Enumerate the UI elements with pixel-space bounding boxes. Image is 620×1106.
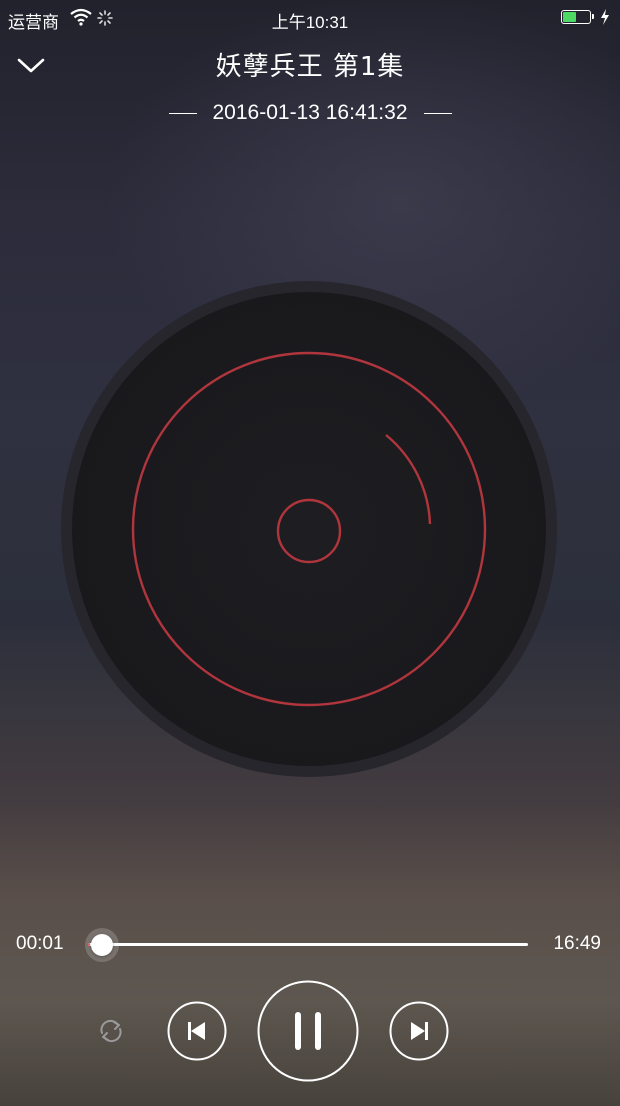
- total-time: 16:49: [553, 933, 601, 954]
- charging-bolt-icon: [600, 9, 610, 28]
- status-time: 上午10:31: [271, 13, 349, 32]
- next-button[interactable]: [389, 1001, 449, 1061]
- recorded-datetime: 2016-01-13 16:41:32: [212, 101, 408, 124]
- repeat-icon: [100, 1019, 122, 1043]
- previous-button[interactable]: [167, 1001, 227, 1061]
- progress-row: 00:01 16:49: [0, 924, 620, 964]
- disc-body: [72, 292, 546, 766]
- current-time: 00:01: [16, 933, 64, 954]
- battery-icon: [561, 10, 594, 24]
- pause-button[interactable]: [257, 980, 359, 1082]
- skip-next-icon: [389, 1001, 449, 1061]
- status-bar: 运营商 上午10:31: [0, 0, 620, 36]
- pause-icon: [257, 980, 359, 1082]
- right-dash: [423, 112, 452, 114]
- subtitle-row: 2016-01-13 16:41:32: [0, 99, 620, 127]
- episode-title: 妖孽兵王 第1集: [215, 52, 405, 82]
- repeat-button[interactable]: [94, 1014, 128, 1048]
- vinyl-disc: [61, 281, 557, 777]
- progress-track[interactable]: [88, 943, 528, 946]
- left-dash: [168, 112, 197, 114]
- skip-previous-icon: [167, 1001, 227, 1061]
